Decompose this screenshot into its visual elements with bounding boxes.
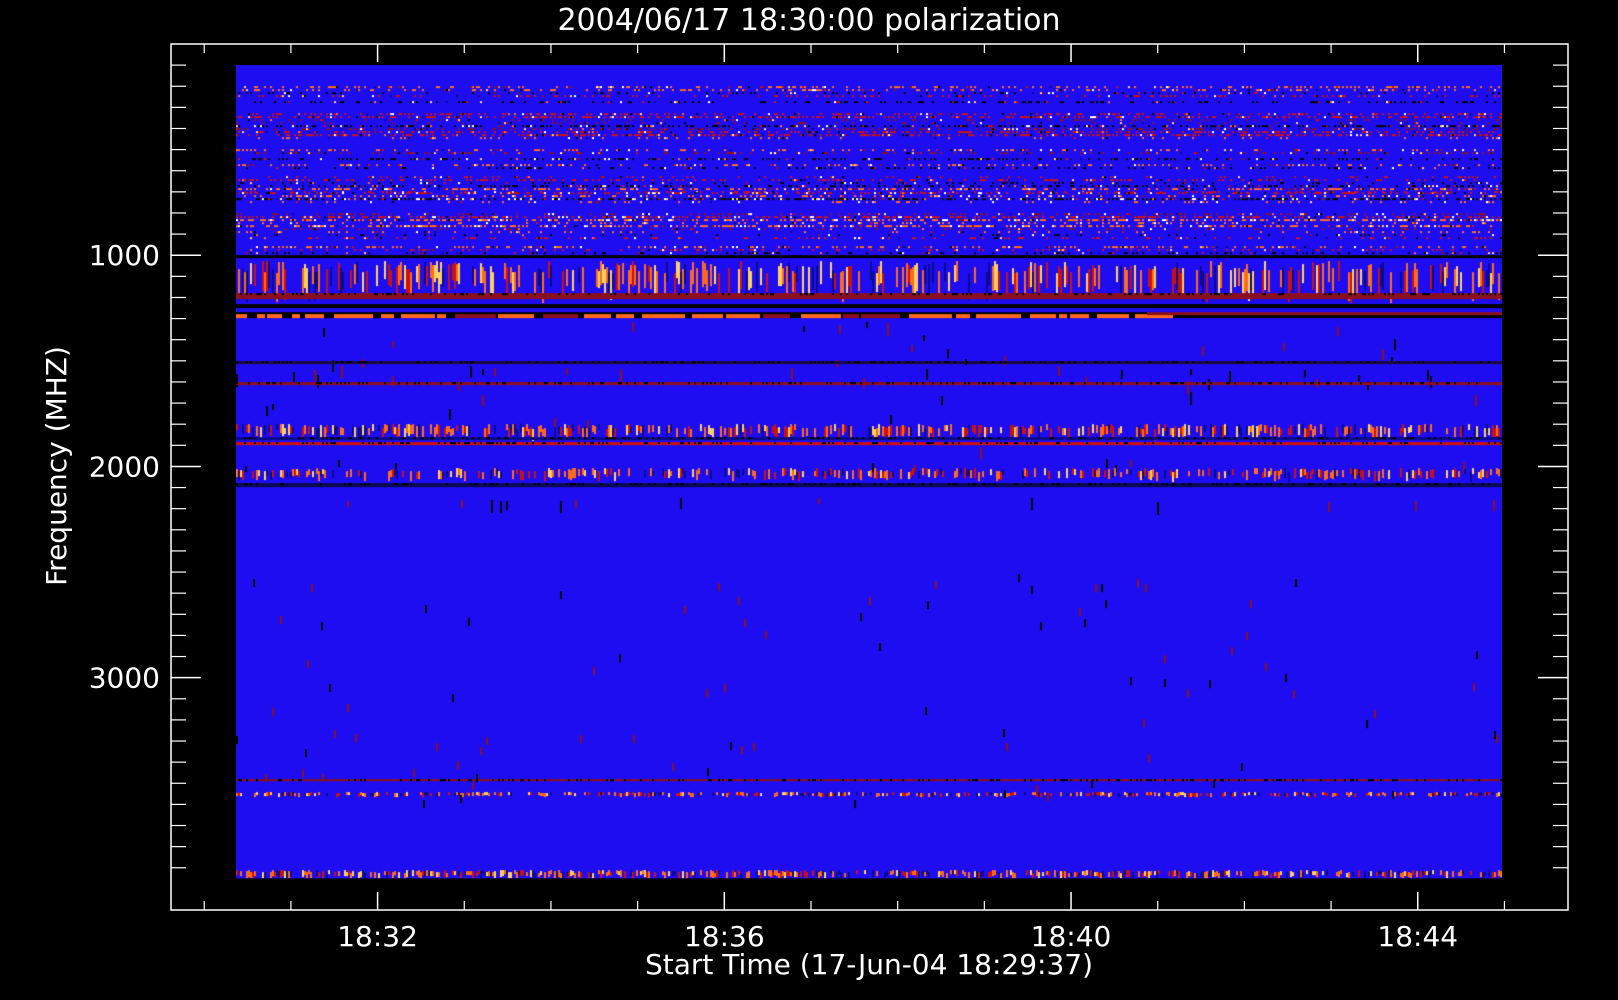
y-tick-label: 1000: [89, 239, 160, 272]
x-tick-label: 18:44: [1377, 920, 1458, 953]
spectrogram-chart: 2004/06/17 18:30:00 polarization 18:32 18…: [0, 0, 1618, 1000]
chart-title: 2004/06/17 18:30:00 polarization: [557, 3, 1060, 38]
y-tick-label: 3000: [89, 662, 160, 695]
spectrogram-figure: 2004/06/17 18:30:00 polarization 18:32 18…: [0, 0, 1618, 1000]
y-tick-label: 2000: [89, 450, 160, 483]
x-axis-label: Start Time (17-Jun-04 18:29:37): [645, 948, 1093, 981]
y-axis-label: Frequency (MHZ): [40, 346, 73, 586]
x-tick-label: 18:32: [337, 920, 418, 953]
plot-area: [236, 65, 1502, 879]
spectrogram-marks: [236, 65, 1502, 879]
spectrogram-texture: [236, 65, 1502, 879]
